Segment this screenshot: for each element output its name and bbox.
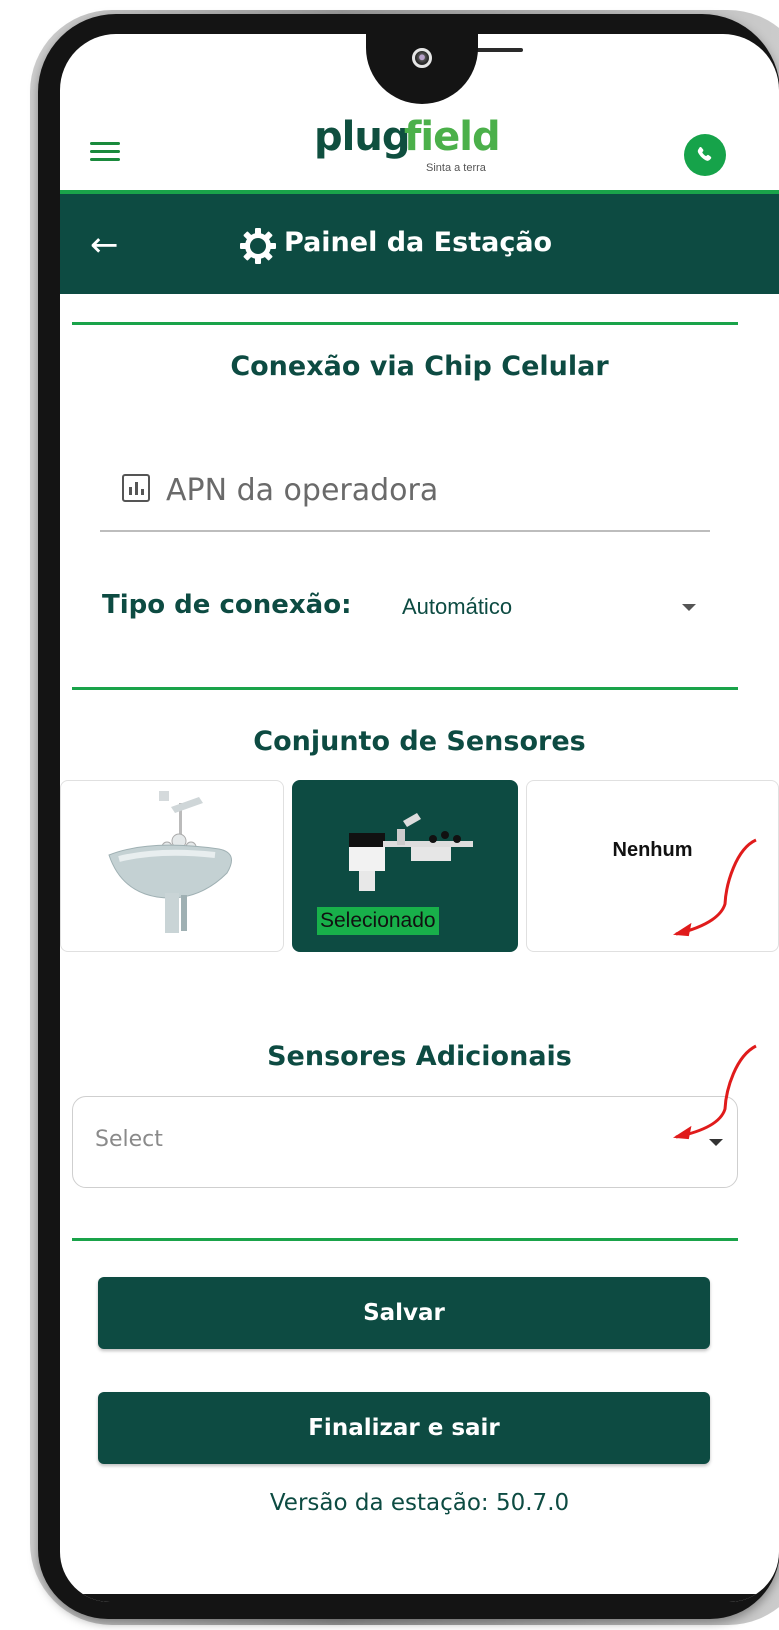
weather-station-image bbox=[108, 791, 232, 933]
sensor-option-card-selected[interactable]: Selecionado bbox=[292, 780, 518, 952]
logo-plug-text: plug bbox=[314, 114, 410, 160]
back-arrow-icon[interactable]: ← bbox=[90, 228, 119, 262]
gear-icon bbox=[240, 228, 276, 264]
connection-type-label: Tipo de conexão: bbox=[102, 590, 352, 620]
screen-bottom-edge bbox=[60, 1594, 779, 1602]
whatsapp-icon[interactable] bbox=[684, 134, 726, 176]
select-placeholder: Select bbox=[95, 1127, 163, 1152]
signal-bars-icon bbox=[122, 474, 150, 502]
weather-station-image bbox=[349, 813, 473, 891]
station-version: Versão da estação: 50.7.0 bbox=[269, 1490, 570, 1516]
menu-icon[interactable] bbox=[90, 142, 120, 162]
notch-area bbox=[60, 34, 779, 114]
logo-field-text: field bbox=[404, 114, 501, 160]
apn-input[interactable] bbox=[164, 464, 698, 516]
app-header: plug field Sinta a terra bbox=[60, 108, 779, 194]
finish-and-exit-button[interactable]: Finalizar e sair bbox=[98, 1392, 710, 1464]
connection-type-value: Automático bbox=[402, 594, 513, 619]
none-option-label: Nenhum bbox=[612, 839, 693, 861]
caret-down-icon bbox=[709, 1139, 723, 1146]
sensor-option-none[interactable]: Nenhum bbox=[526, 780, 779, 952]
plugfield-logo: plug field Sinta a terra bbox=[314, 114, 534, 186]
section-divider bbox=[72, 687, 738, 690]
section-divider bbox=[72, 1238, 738, 1241]
front-camera-notch bbox=[366, 34, 478, 104]
additional-sensors-select[interactable]: Select bbox=[72, 1096, 738, 1188]
page-title: Painel da Estação bbox=[284, 227, 553, 258]
sensor-set-title: Conjunto de Sensores bbox=[253, 726, 586, 757]
additional-sensors-title: Sensores Adicionais bbox=[267, 1041, 572, 1072]
logo-tagline: Sinta a terra bbox=[426, 162, 486, 174]
phone-screen: plug field Sinta a terra ← Painel da Est… bbox=[60, 34, 779, 1602]
cellular-connection-title: Conexão via Chip Celular bbox=[230, 351, 609, 382]
sensor-option-card[interactable] bbox=[60, 780, 284, 952]
selected-badge: Selecionado bbox=[317, 907, 439, 935]
save-button[interactable]: Salvar bbox=[98, 1277, 710, 1349]
front-camera-icon bbox=[412, 48, 432, 68]
section-divider bbox=[72, 322, 738, 325]
station-panel-bar: ← Painel da Estação bbox=[60, 194, 779, 294]
connection-type-select[interactable]: Tipo de conexão: Automático bbox=[102, 584, 712, 634]
caret-down-icon bbox=[682, 604, 696, 611]
apn-field[interactable] bbox=[100, 454, 710, 532]
sensor-set-options: Selecionado Nenhum bbox=[60, 780, 779, 952]
